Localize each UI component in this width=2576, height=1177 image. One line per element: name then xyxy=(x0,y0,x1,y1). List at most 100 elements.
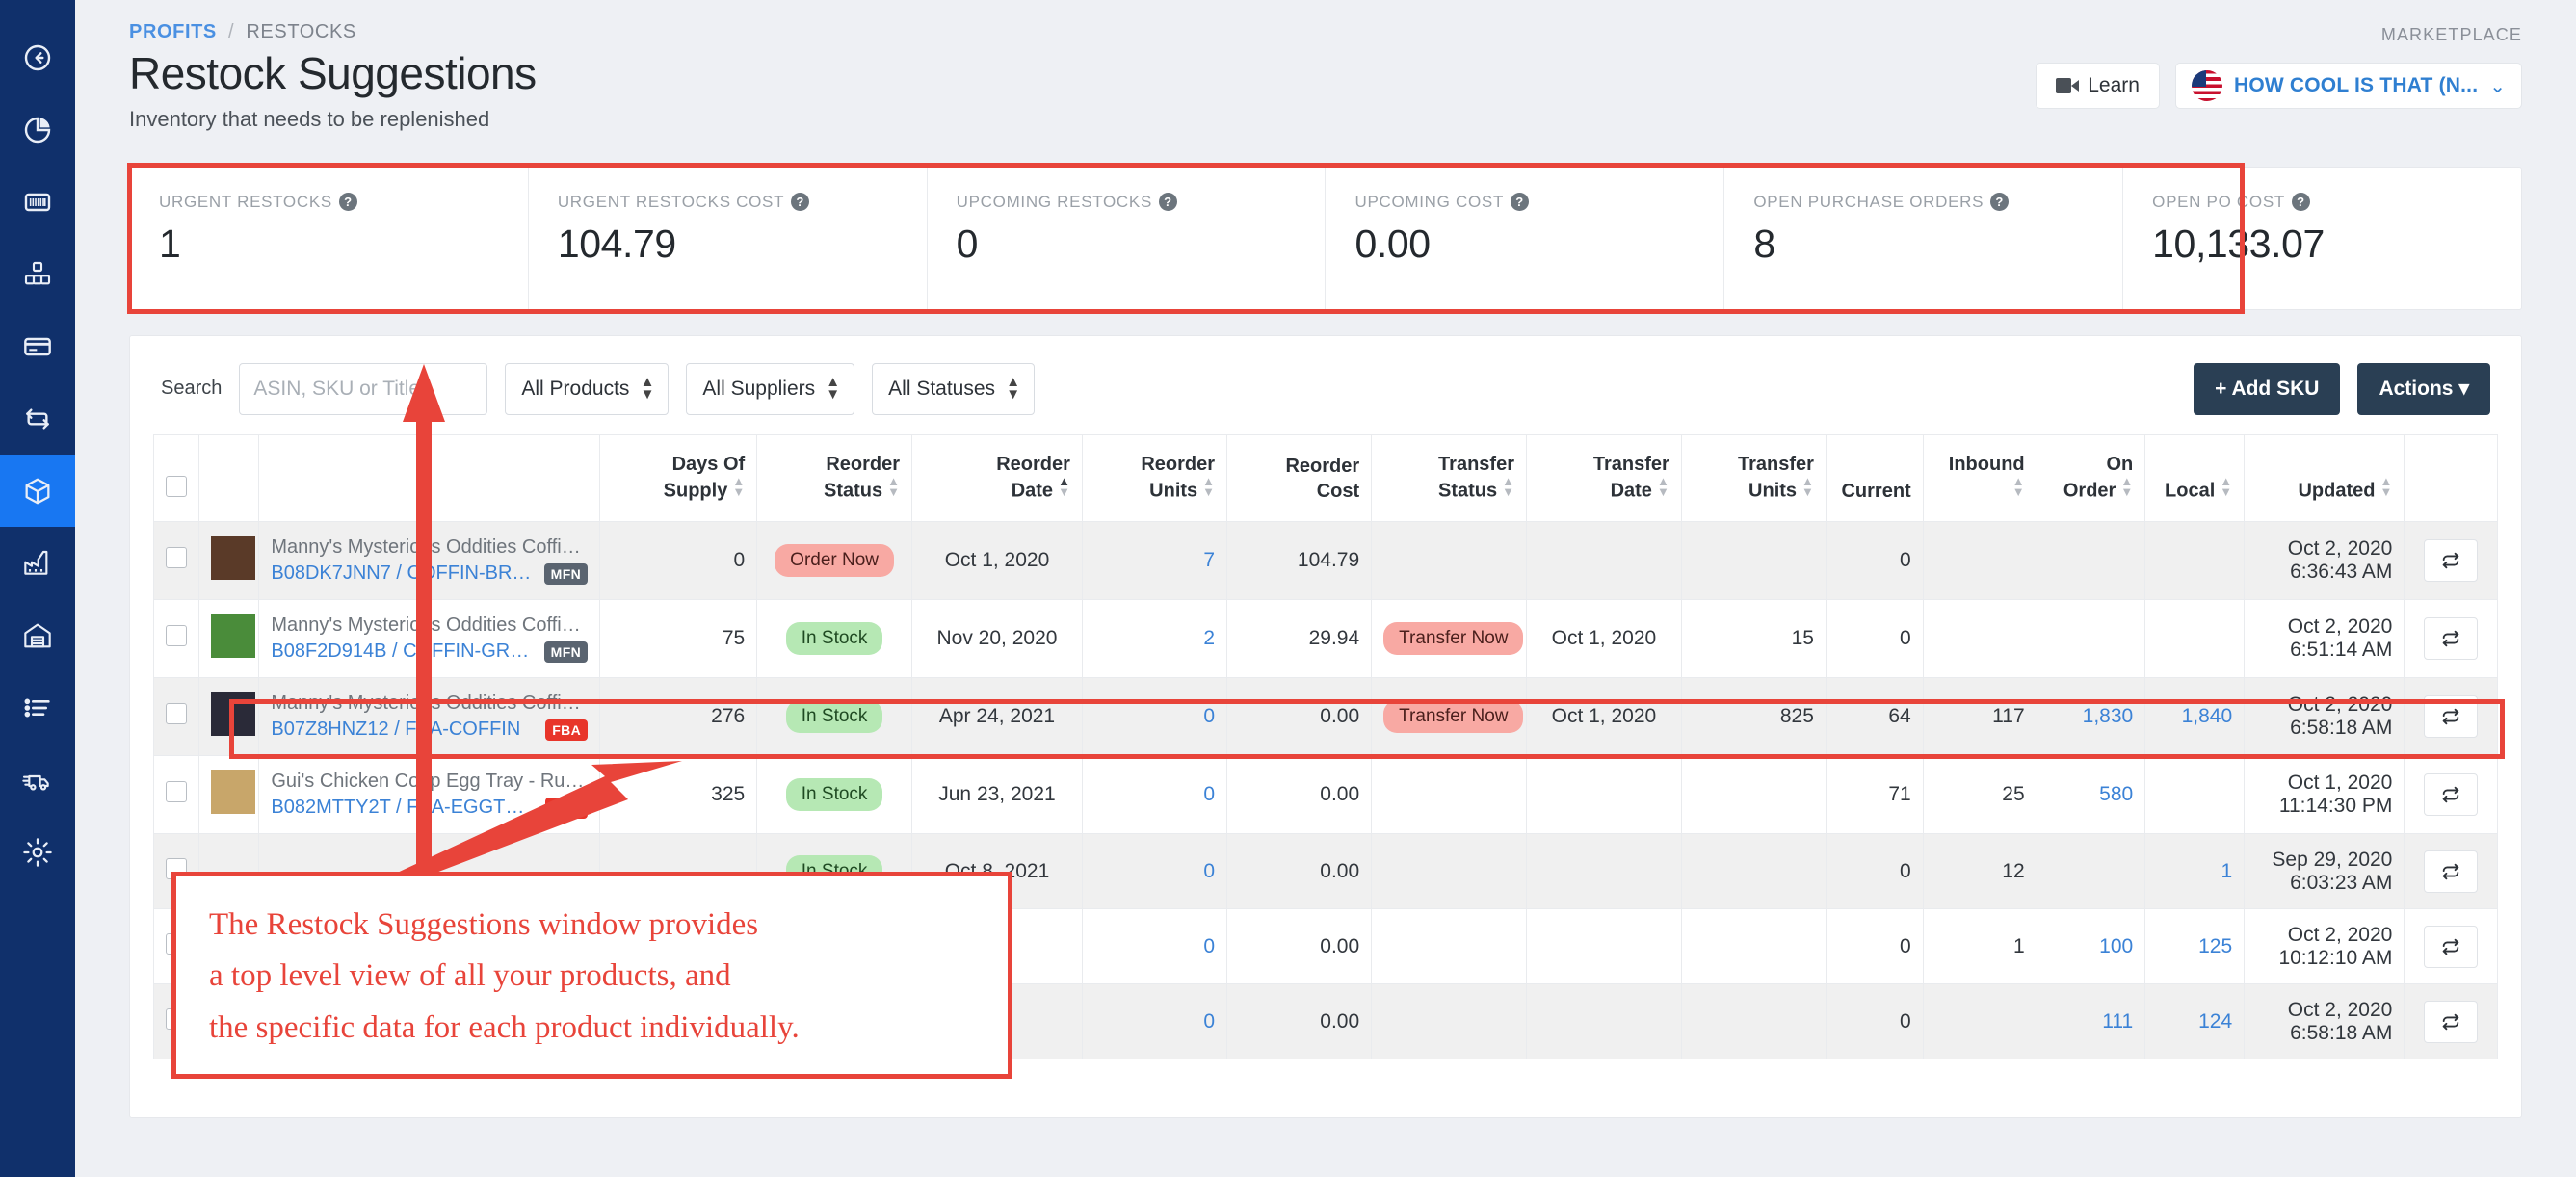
sidebar-item-back[interactable] xyxy=(0,21,75,93)
help-icon[interactable]: ? xyxy=(791,193,810,212)
sort-icon[interactable]: ▲ ▼ xyxy=(1058,475,1070,497)
col-local[interactable]: Local ▲ ▼ xyxy=(2144,433,2246,523)
refresh-button[interactable] xyxy=(2424,539,2479,583)
sort-icon[interactable]: ▲ ▼ xyxy=(1502,475,1514,497)
updated-cell: Oct 1, 2020 11:14:30 PM xyxy=(2244,755,2405,835)
sort-icon[interactable]: ▲ ▼ xyxy=(732,475,745,497)
reorder-units-link[interactable]: 0 xyxy=(1203,1010,1215,1033)
transfer-status-cell xyxy=(1371,833,1527,910)
sidebar-item-expenses[interactable] xyxy=(0,310,75,382)
sidebar-item-settings[interactable] xyxy=(0,816,75,888)
refresh-button[interactable] xyxy=(2424,617,2479,661)
col-reorder-date[interactable]: Reorder Date ▲ ▼ xyxy=(911,433,1083,523)
reorder-units-link[interactable]: 0 xyxy=(1203,935,1215,957)
on-order-link[interactable]: 1,830 xyxy=(2083,705,2134,727)
col-inbound[interactable]: Inbound ▲ ▼ xyxy=(1922,433,2037,523)
reorder-units-link[interactable]: 0 xyxy=(1203,860,1215,882)
reorder-units-link[interactable]: 7 xyxy=(1203,549,1215,571)
reorder-date-cell: Jun 23, 2021 xyxy=(911,755,1083,835)
row-checkbox-cell[interactable] xyxy=(152,755,200,835)
local-link[interactable]: 1 xyxy=(2221,860,2232,882)
add-sku-button[interactable]: + Add SKU xyxy=(2194,362,2341,415)
kpi-section: URGENT RESTOCKS ? 1 URGENT RESTOCKS COST… xyxy=(127,162,2522,314)
marketplace-selector[interactable]: HOW COOL IS THAT (N... ⌄ xyxy=(2174,63,2522,109)
row-checkbox[interactable] xyxy=(166,781,188,803)
filter-statuses-select[interactable]: All Statuses ▲ ▼ xyxy=(872,362,1036,415)
local-link[interactable]: 124 xyxy=(2198,1010,2232,1033)
kpi-value: 104.79 xyxy=(557,221,676,266)
on-order-link[interactable]: 111 xyxy=(2102,1010,2133,1033)
table-row[interactable]: Manny's Mysterious Oddities Coffin Shelf… xyxy=(152,521,2498,601)
col-on-order[interactable]: On Order ▲ ▼ xyxy=(2036,433,2146,523)
kpi-urgent-restocks-cost: URGENT RESTOCKS COST ? 104.79 xyxy=(529,167,928,309)
sort-icon[interactable]: ▲ ▼ xyxy=(887,475,900,497)
row-actions-cell[interactable] xyxy=(2404,521,2498,601)
row-actions-cell[interactable] xyxy=(2404,755,2498,835)
reorder-units-link[interactable]: 0 xyxy=(1203,783,1215,805)
table-row[interactable]: Manny's Mysterious Oddities Coffin Shelf… xyxy=(152,599,2498,679)
sidebar-item-restocks[interactable] xyxy=(0,455,75,527)
row-actions-cell[interactable] xyxy=(2404,677,2498,757)
help-icon[interactable]: ? xyxy=(338,193,357,212)
row-checkbox-cell[interactable] xyxy=(152,521,200,601)
on-order-link[interactable]: 100 xyxy=(2099,935,2133,957)
row-actions-cell[interactable] xyxy=(2404,983,2498,1060)
select-all-checkbox[interactable] xyxy=(166,475,188,497)
sort-icon[interactable]: ▲ ▼ xyxy=(2220,475,2232,497)
actions-button[interactable]: Actions ▾ xyxy=(2357,362,2490,415)
sort-icon[interactable]: ▲ ▼ xyxy=(1202,475,1215,497)
transfer-date-cell xyxy=(1525,521,1682,601)
filter-products-select[interactable]: All Products ▲ ▼ xyxy=(505,362,670,415)
sidebar-item-inventory[interactable] xyxy=(0,238,75,310)
row-actions-cell[interactable] xyxy=(2404,833,2498,910)
col-reorder-units[interactable]: Reorder Units ▲ ▼ xyxy=(1081,433,1228,523)
local-link[interactable]: 125 xyxy=(2198,935,2232,957)
sort-icon[interactable]: ▲ ▼ xyxy=(1657,475,1669,497)
help-icon[interactable]: ? xyxy=(1159,193,1177,212)
learn-button[interactable]: Learn xyxy=(2036,63,2160,109)
sort-icon[interactable]: ▲ ▼ xyxy=(2379,475,2392,497)
local-link[interactable]: 1,840 xyxy=(2182,705,2233,727)
row-actions-cell[interactable] xyxy=(2404,599,2498,679)
col-transfer-units[interactable]: Transfer Units ▲ ▼ xyxy=(1680,433,1827,523)
sort-icon[interactable]: ▲ ▼ xyxy=(1801,475,1814,497)
sidebar-item-shipments[interactable] xyxy=(0,744,75,816)
row-checkbox-cell[interactable] xyxy=(152,599,200,679)
refresh-button[interactable] xyxy=(2424,773,2479,817)
sort-icon[interactable]: ▲ ▼ xyxy=(2012,475,2025,497)
col-days-of-supply[interactable]: Days Of Supply ▲ ▼ xyxy=(599,433,758,523)
col-reorder-status[interactable]: Reorder Status ▲ ▼ xyxy=(756,433,913,523)
col-transfer-status[interactable]: Transfer Status ▲ ▼ xyxy=(1371,433,1527,523)
transfer-units-cell xyxy=(1680,833,1827,910)
row-checkbox[interactable] xyxy=(166,625,188,647)
reorder-units-link[interactable]: 2 xyxy=(1203,627,1215,649)
help-icon[interactable]: ? xyxy=(2291,193,2310,212)
updated-time: 11:14:30 PM xyxy=(2278,795,2393,818)
reorder-units-link[interactable]: 0 xyxy=(1203,705,1215,727)
sort-icon[interactable]: ▲ ▼ xyxy=(2120,475,2133,497)
filter-statuses-value: All Statuses xyxy=(888,377,996,400)
sidebar-item-dashboard[interactable] xyxy=(0,93,75,166)
help-icon[interactable]: ? xyxy=(1511,193,1530,212)
sidebar-item-orders[interactable] xyxy=(0,671,75,744)
row-actions-cell[interactable] xyxy=(2404,908,2498,985)
on-order-link[interactable]: 580 xyxy=(2099,783,2133,805)
table-row[interactable]: Manny's Mysterious Oddities Coffin Shelf… xyxy=(152,677,2498,757)
filter-suppliers-select[interactable]: All Suppliers ▲ ▼ xyxy=(686,362,855,415)
col-updated[interactable]: Updated ▲ ▼ xyxy=(2244,433,2405,523)
refresh-button[interactable] xyxy=(2424,925,2479,968)
breadcrumb-profits[interactable]: PROFITS xyxy=(129,21,217,42)
row-checkbox[interactable] xyxy=(166,547,188,569)
col-transfer-date[interactable]: Transfer Date ▲ ▼ xyxy=(1525,433,1682,523)
sidebar-item-suppliers[interactable] xyxy=(0,527,75,599)
row-checkbox[interactable] xyxy=(166,703,188,725)
sidebar-item-products[interactable] xyxy=(0,166,75,238)
help-icon[interactable]: ? xyxy=(1990,193,2010,212)
sidebar-item-warehouse[interactable] xyxy=(0,599,75,671)
refresh-button[interactable] xyxy=(2424,850,2479,893)
product-thumbnail xyxy=(211,614,256,659)
sidebar-item-reorders[interactable] xyxy=(0,382,75,455)
refresh-button[interactable] xyxy=(2424,1000,2479,1043)
refresh-button[interactable] xyxy=(2424,695,2479,739)
row-checkbox-cell[interactable] xyxy=(152,677,200,757)
